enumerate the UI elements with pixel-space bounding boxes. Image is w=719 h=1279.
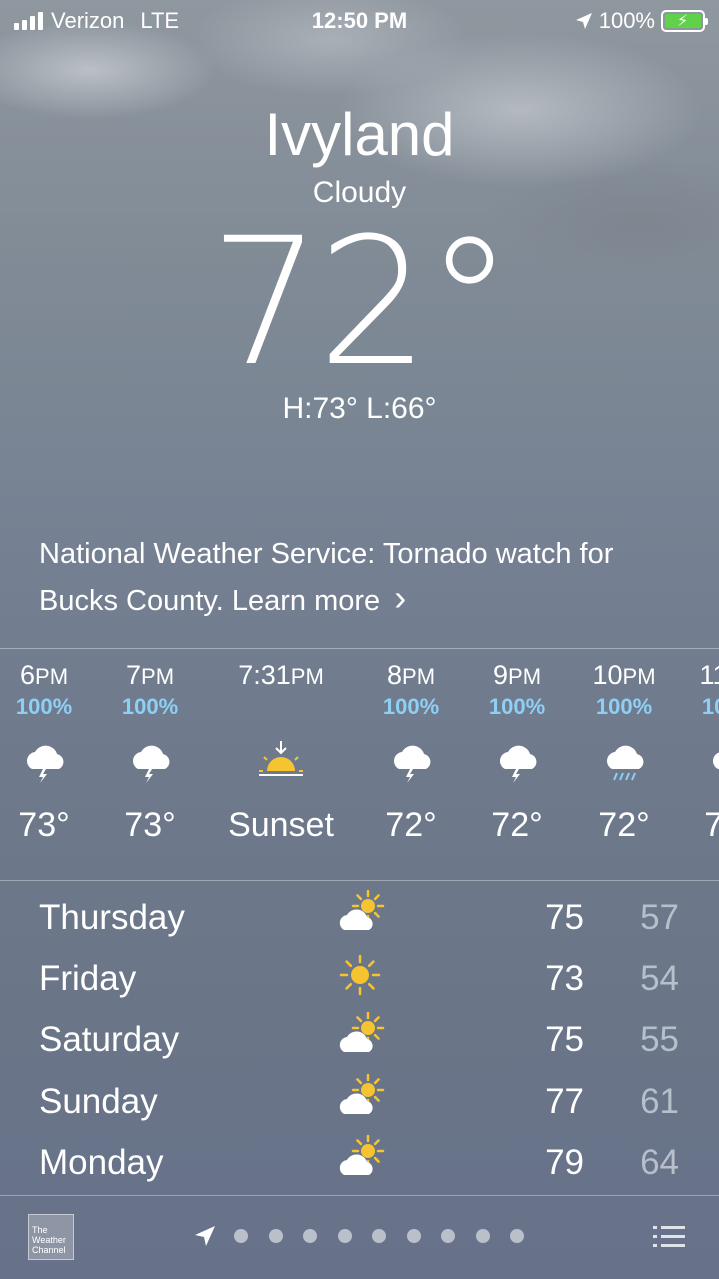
page-dot[interactable] <box>234 1229 248 1243</box>
battery-icon: ⚡ <box>661 10 708 32</box>
page-dot[interactable] <box>510 1229 524 1243</box>
daily-row: Friday 73 54 <box>0 954 719 1019</box>
hourly-item: 7:31PM Sunset <box>226 660 336 845</box>
daily-row: Monday 79 64 <box>0 1134 719 1203</box>
location-services-icon <box>575 13 592 29</box>
hourly-item: 11PM 100% 72° <box>675 660 719 845</box>
hourly-item: 8PM 100% 72° <box>356 660 466 845</box>
severe-weather-alert[interactable]: National Weather Service: Tornado watch … <box>39 533 679 623</box>
day-name: Friday <box>39 959 137 998</box>
precip-chance: 100% <box>382 694 440 719</box>
hourly-item: 7PM 100% 73° <box>95 660 205 845</box>
hour-time: 11PM <box>699 660 719 690</box>
day-high: 75 <box>545 1020 584 1059</box>
day-high: 73 <box>545 959 584 998</box>
city-name: Ivyland <box>264 101 455 168</box>
hourly-item: 9PM 100% 72° <box>462 660 572 845</box>
precip-chance: 100% <box>15 694 73 719</box>
page-dot[interactable] <box>406 1229 421 1243</box>
thunderstorm-icon <box>462 724 572 794</box>
day-low: 55 <box>640 1020 679 1059</box>
hour-temp: Sunset <box>228 806 334 844</box>
city-list-icon[interactable] <box>653 1224 685 1250</box>
day-high: 75 <box>545 898 584 937</box>
precip-chance: 100% <box>121 694 179 719</box>
partly-cloudy-icon <box>336 1134 392 1188</box>
hour-time: 6PM <box>19 660 69 690</box>
battery-percent: 100% <box>598 8 655 33</box>
thunderstorm-icon <box>356 724 466 794</box>
precip-chance: 100% <box>701 694 719 719</box>
hour-temp: 73° <box>18 806 70 844</box>
day-name: Monday <box>39 1143 164 1182</box>
divider-middle <box>0 880 719 881</box>
page-dot[interactable] <box>303 1229 317 1243</box>
high-low-temps: H:73° L:66° <box>282 392 437 425</box>
day-low: 64 <box>640 1143 679 1182</box>
hour-temp: 72° <box>704 806 719 844</box>
status-right: 100% ⚡ <box>575 8 708 34</box>
partly-cloudy-icon <box>336 889 392 943</box>
page-dot[interactable] <box>337 1229 352 1243</box>
day-low: 57 <box>640 898 679 937</box>
day-name: Thursday <box>39 898 185 937</box>
status-bar: Verizon LTE 12:50 PM 100% ⚡ <box>0 0 719 40</box>
rain-icon <box>569 724 679 794</box>
page-dot[interactable] <box>372 1229 386 1243</box>
day-low: 54 <box>640 959 679 998</box>
hourly-item: 6PM 100% 73° <box>0 660 99 845</box>
precip-chance: 100% <box>595 694 653 719</box>
thunderstorm-icon <box>675 724 719 794</box>
charging-bolt-icon: ⚡ <box>677 13 689 30</box>
hour-temp: 72° <box>598 806 650 844</box>
thunderstorm-icon <box>0 724 99 794</box>
daily-row: Thursday 75 57 <box>0 889 719 958</box>
precip-chance: 100% <box>488 694 546 719</box>
day-name: Saturday <box>39 1020 180 1059</box>
hourly-item: 10PM 100% 72° <box>569 660 679 845</box>
page-dot[interactable] <box>475 1229 490 1243</box>
divider-top <box>0 648 719 649</box>
day-high: 77 <box>545 1082 584 1121</box>
page-dot[interactable] <box>441 1229 455 1243</box>
chevron-right-icon: › <box>394 577 407 618</box>
partly-cloudy-icon <box>336 1011 392 1065</box>
page-dot[interactable] <box>268 1229 283 1243</box>
sun-icon <box>336 951 384 1004</box>
hourly-forecast[interactable]: 6PM 100% 73° 7PM 100% 73° 7:31PM Sunset 8PM 100% 7… <box>0 660 719 875</box>
hour-time: 8PM <box>386 660 436 690</box>
alert-text: National Weather Service: Tornado watch … <box>39 538 614 617</box>
partly-cloudy-icon <box>336 1073 392 1127</box>
sunset-icon <box>226 724 336 794</box>
hour-time: 10PM <box>592 660 656 690</box>
daily-row: Saturday 75 55 <box>0 1011 719 1080</box>
hour-temp: 72° <box>385 806 437 844</box>
daily-row: Sunday 77 61 <box>0 1073 719 1142</box>
hour-temp: 73° <box>124 806 176 844</box>
precip-chance <box>226 694 336 724</box>
page-indicator[interactable] <box>0 1222 719 1252</box>
hour-time: 7PM <box>125 660 175 690</box>
thunderstorm-icon <box>95 724 205 794</box>
day-name: Sunday <box>39 1082 158 1121</box>
divider-bottom <box>0 1195 719 1196</box>
day-high: 79 <box>545 1143 584 1182</box>
current-temperature: 72° <box>209 200 514 405</box>
hour-time: 9PM <box>492 660 542 690</box>
hour-time: 7:31PM <box>238 660 324 690</box>
hour-temp: 72° <box>491 806 543 844</box>
day-low: 61 <box>640 1082 679 1121</box>
current-location-icon <box>195 1226 215 1246</box>
